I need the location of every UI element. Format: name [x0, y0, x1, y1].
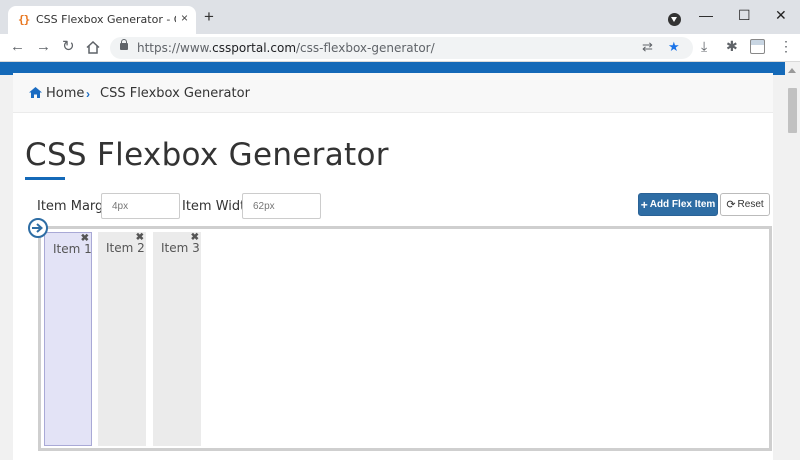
download-icon[interactable]: ⤓: [701, 39, 707, 53]
item-margin-input[interactable]: [101, 193, 180, 219]
new-tab-icon[interactable]: +: [204, 8, 214, 25]
chevron-right-icon: ›: [86, 87, 90, 101]
breadcrumb-home-link[interactable]: Home: [46, 86, 84, 101]
tab-close-icon[interactable]: ×: [181, 11, 188, 25]
flex-item[interactable]: Item 1 ✖: [44, 232, 92, 446]
translate-icon[interactable]: ⇄: [642, 40, 653, 54]
extension-app-icon[interactable]: [750, 39, 765, 54]
extensions-icon[interactable]: ✱: [726, 39, 738, 53]
plus-icon: +: [640, 197, 648, 212]
flex-item[interactable]: Item 3 ✖: [153, 232, 201, 446]
flex-item[interactable]: Item 2 ✖: [98, 232, 146, 446]
page-scrollbar[interactable]: [785, 62, 800, 460]
breadcrumb-current: CSS Flexbox Generator: [100, 86, 250, 101]
tab-title: CSS Flexbox Generator - CSS Portal: [36, 13, 176, 26]
add-flex-item-button[interactable]: + Add Flex Item: [638, 193, 718, 216]
menu-icon[interactable]: ⋮: [779, 39, 793, 53]
page-title: CSS Flexbox Generator: [25, 137, 389, 173]
remove-item-icon[interactable]: ✖: [136, 232, 144, 244]
home-button-icon[interactable]: [86, 41, 100, 54]
favicon-icon: {}: [18, 13, 30, 26]
tab-search-icon[interactable]: [668, 13, 681, 26]
maximize-icon[interactable]: ☐: [738, 8, 751, 22]
browser-tab[interactable]: {} CSS Flexbox Generator - CSS Portal ×: [8, 6, 196, 34]
scrollbar-thumb[interactable]: [788, 88, 797, 133]
reset-button[interactable]: ⟳ Reset: [720, 193, 770, 216]
content-panel: Home › CSS Flexbox Generator CSS Flexbox…: [13, 73, 773, 460]
add-flex-item-label: Add Flex Item: [649, 199, 716, 210]
remove-item-icon[interactable]: ✖: [81, 233, 89, 245]
url-text: https://www.cssportal.com/css-flexbox-ge…: [137, 41, 435, 55]
arrow-right-circle-icon: [32, 223, 44, 233]
reload-icon[interactable]: ↻: [62, 39, 75, 54]
lock-icon[interactable]: [120, 39, 128, 50]
home-icon: [29, 87, 42, 98]
title-underline: [25, 177, 65, 180]
refresh-icon: ⟳: [726, 199, 736, 211]
minimize-icon[interactable]: —: [699, 8, 713, 22]
star-icon[interactable]: ★: [668, 40, 680, 54]
tab-strip: {} CSS Flexbox Generator - CSS Portal × …: [0, 0, 800, 34]
window-close-icon[interactable]: ✕: [775, 8, 787, 22]
forward-icon[interactable]: →: [36, 39, 51, 54]
flex-direction-toggle[interactable]: [28, 218, 48, 238]
browser-toolbar: ← → ↻ https://www.cssportal.com/css-flex…: [0, 34, 800, 62]
flex-container-preview[interactable]: Item 1 ✖ Item 2 ✖ Item 3 ✖: [38, 226, 772, 451]
back-icon[interactable]: ←: [10, 39, 25, 54]
scroll-up-icon[interactable]: [788, 68, 796, 73]
item-width-input[interactable]: [242, 193, 321, 219]
reset-label: Reset: [737, 199, 764, 210]
address-bar[interactable]: https://www.cssportal.com/css-flexbox-ge…: [110, 37, 693, 59]
page-viewport: Home › CSS Flexbox Generator CSS Flexbox…: [0, 62, 785, 460]
remove-item-icon[interactable]: ✖: [191, 232, 199, 244]
breadcrumb: Home › CSS Flexbox Generator: [13, 73, 773, 113]
